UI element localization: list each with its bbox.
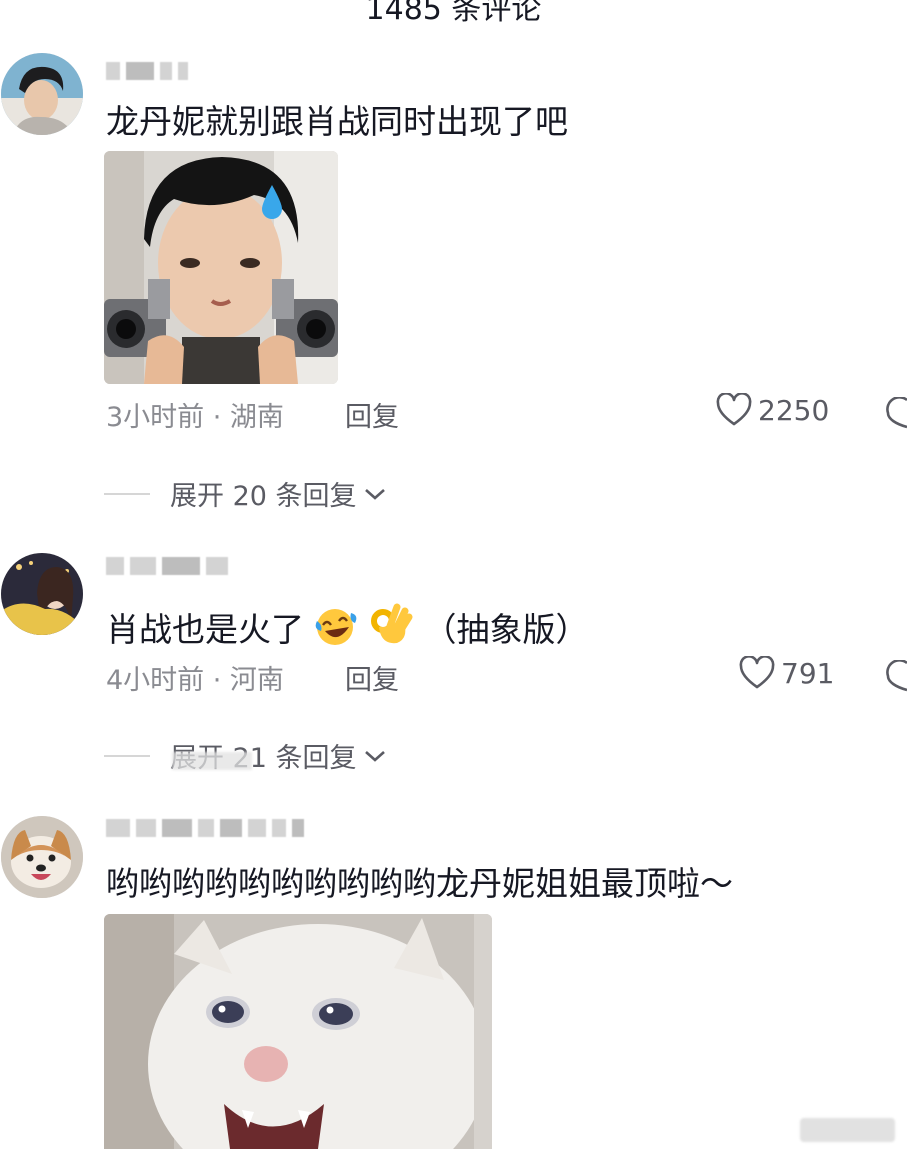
like-button[interactable]: 2250 (716, 393, 829, 427)
laughing-crying-emoji (315, 609, 356, 645)
comment-image[interactable] (104, 914, 492, 1149)
comment-time-location: 4小时前 · 河南 (106, 665, 284, 696)
comment-image[interactable] (104, 151, 338, 384)
divider (104, 754, 150, 757)
reply-button[interactable]: 回复 (345, 658, 399, 697)
heart-icon (716, 393, 752, 426)
expand-replies-label: 展开 20 条回复 (170, 481, 357, 512)
dislike-icon[interactable] (884, 396, 907, 433)
chevron-down-icon (364, 750, 385, 762)
comment-text-suffix: （抽象版） (423, 610, 589, 649)
comment-text: 肖战也是火了 (106, 610, 304, 649)
avatar[interactable] (1, 553, 83, 635)
mosaic-overlay (172, 752, 252, 770)
like-count: 791 (781, 656, 835, 690)
comment-text: 哟哟哟哟哟哟哟哟哟哟龙丹妮姐姐最顶啦～ (106, 864, 733, 903)
comment-text-row: 肖战也是火了 （抽象版） (106, 603, 589, 652)
comment-time-location: 3小时前 · 湖南 (106, 402, 284, 433)
avatar[interactable] (1, 53, 83, 135)
chevron-down-icon (364, 488, 385, 500)
username[interactable] (106, 553, 228, 579)
comment-text: 龙丹妮就别跟肖战同时出现了吧 (106, 102, 568, 141)
reply-button[interactable]: 回复 (345, 395, 399, 434)
comments-count-title: 1485 条评论 (365, 0, 542, 27)
username[interactable] (106, 815, 304, 841)
divider (104, 492, 150, 495)
expand-replies-button[interactable]: 展开 20 条回复 (104, 474, 387, 513)
heart-icon (739, 656, 775, 689)
like-button[interactable]: 791 (739, 656, 834, 690)
like-count: 2250 (758, 393, 830, 427)
ok-hand-emoji (371, 603, 413, 644)
dislike-icon[interactable] (884, 659, 907, 696)
username[interactable] (106, 58, 188, 84)
avatar[interactable] (1, 816, 83, 898)
watermark (800, 1118, 895, 1142)
